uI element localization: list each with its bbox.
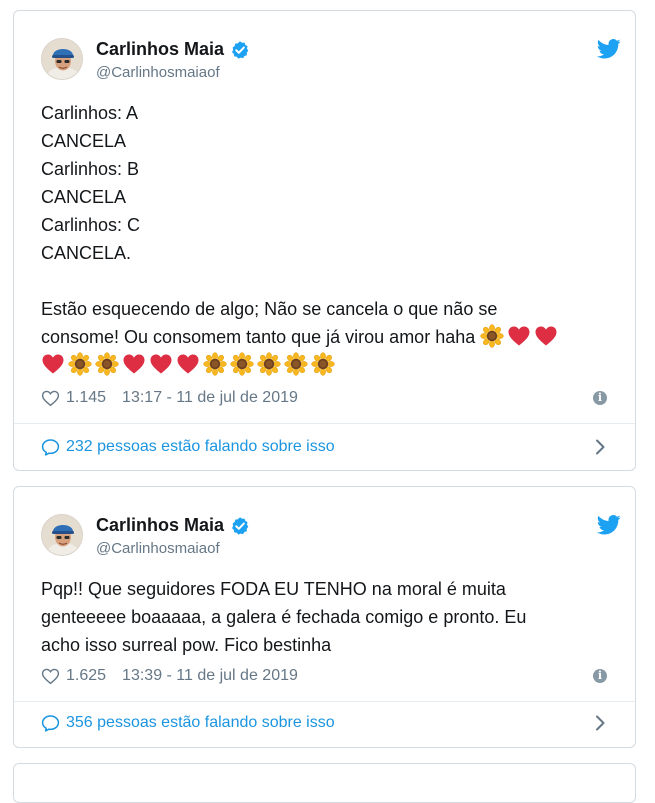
- twitter-bird-icon[interactable]: [597, 515, 621, 535]
- tweet-line: Carlinhos: B: [41, 159, 140, 179]
- chevron-right-icon[interactable]: [595, 715, 605, 731]
- tweet-card[interactable]: Carlinhos Maia @Carlinhosmaiaof Carlinho…: [13, 10, 636, 471]
- emoji-line: [41, 351, 621, 379]
- red-heart-emoji: [507, 324, 531, 348]
- tweet-line: CANCELA: [41, 131, 127, 151]
- tweet-header: Carlinhos Maia @Carlinhosmaiaof: [41, 38, 601, 82]
- tweet-card[interactable]: Carlinhos Maia @Carlinhosmaiaof Pqp!! Qu…: [13, 486, 636, 748]
- timestamp[interactable]: 13:17 - 11 de jul de 2019: [122, 389, 298, 407]
- tweet-header: Carlinhos Maia @Carlinhosmaiaof: [41, 514, 601, 558]
- author-name-row[interactable]: Carlinhos Maia: [96, 39, 250, 60]
- conversation-link[interactable]: 356 pessoas estão falando sobre isso: [41, 714, 335, 732]
- author-handle[interactable]: @Carlinhosmaiaof: [96, 64, 220, 81]
- author-handle[interactable]: @Carlinhosmaiaof: [96, 540, 220, 557]
- avatar[interactable]: [41, 38, 83, 80]
- twitter-bird-icon[interactable]: [597, 39, 621, 59]
- chat-bubble-icon: [41, 714, 60, 732]
- author-name[interactable]: Carlinhos Maia: [96, 515, 224, 536]
- tweet-line: acho isso surreal pow. Fico bestinha: [41, 635, 332, 655]
- tweet-card-partial: [13, 763, 636, 803]
- conversation-link[interactable]: 232 pessoas estão falando sobre isso: [41, 438, 335, 456]
- tweet-line: genteeeee boaaaaa, a galera é fechada co…: [41, 607, 527, 627]
- red-heart-emoji: [41, 352, 65, 376]
- avatar[interactable]: [41, 514, 83, 556]
- red-heart-emoji: [122, 352, 146, 376]
- author-name[interactable]: Carlinhos Maia: [96, 39, 224, 60]
- conversation-label: 232 pessoas estão falando sobre isso: [66, 438, 335, 455]
- tweet-text: Carlinhos: A CANCELA Carlinhos: B CANCEL…: [41, 99, 621, 379]
- sunflower-emoji: [230, 352, 254, 376]
- red-heart-emoji: [149, 352, 173, 376]
- info-icon[interactable]: i: [593, 391, 607, 405]
- verified-badge-icon: [230, 40, 250, 60]
- heart-icon[interactable]: [41, 667, 60, 685]
- sunflower-emoji: [284, 352, 308, 376]
- tweet-meta: 1.145 13:17 - 11 de jul de 2019: [41, 387, 298, 409]
- tweet-line-text: consome! Ou consomem tanto que já virou …: [41, 327, 476, 347]
- tweet-line: Carlinhos: A: [41, 103, 139, 123]
- chevron-right-icon[interactable]: [595, 439, 605, 455]
- red-heart-emoji: [534, 324, 558, 348]
- sunflower-emoji: [311, 352, 335, 376]
- tweet-line: Estão esquecendo de algo; Não se cancela…: [41, 299, 498, 319]
- tweet-line: CANCELA: [41, 187, 127, 207]
- divider: [14, 701, 635, 702]
- tweet-line: Pqp!! Que seguidores FODA EU TENHO na mo…: [41, 579, 506, 599]
- tweet-meta: 1.625 13:39 - 11 de jul de 2019: [41, 665, 298, 687]
- sunflower-emoji: [203, 352, 227, 376]
- divider: [14, 423, 635, 424]
- tweet-line: CANCELA.: [41, 243, 132, 263]
- timestamp[interactable]: 13:39 - 11 de jul de 2019: [122, 667, 298, 685]
- heart-icon[interactable]: [41, 389, 60, 407]
- info-icon[interactable]: i: [593, 669, 607, 683]
- red-heart-emoji: [176, 352, 200, 376]
- tweet-line-with-emoji: consome! Ou consomem tanto que já virou …: [41, 323, 621, 351]
- tweet-line: Carlinhos: C: [41, 215, 141, 235]
- conversation-label: 356 pessoas estão falando sobre isso: [66, 714, 335, 731]
- chat-bubble-icon: [41, 438, 60, 456]
- sunflower-emoji: [257, 352, 281, 376]
- tweet-text: Pqp!! Que seguidores FODA EU TENHO na mo…: [41, 575, 621, 659]
- author-name-row[interactable]: Carlinhos Maia: [96, 515, 250, 536]
- sunflower-emoji: [95, 352, 119, 376]
- sunflower-emoji: [68, 352, 92, 376]
- sunflower-emoji: [480, 324, 504, 348]
- like-count[interactable]: 1.625: [66, 667, 106, 685]
- like-count[interactable]: 1.145: [66, 389, 106, 407]
- verified-badge-icon: [230, 516, 250, 536]
